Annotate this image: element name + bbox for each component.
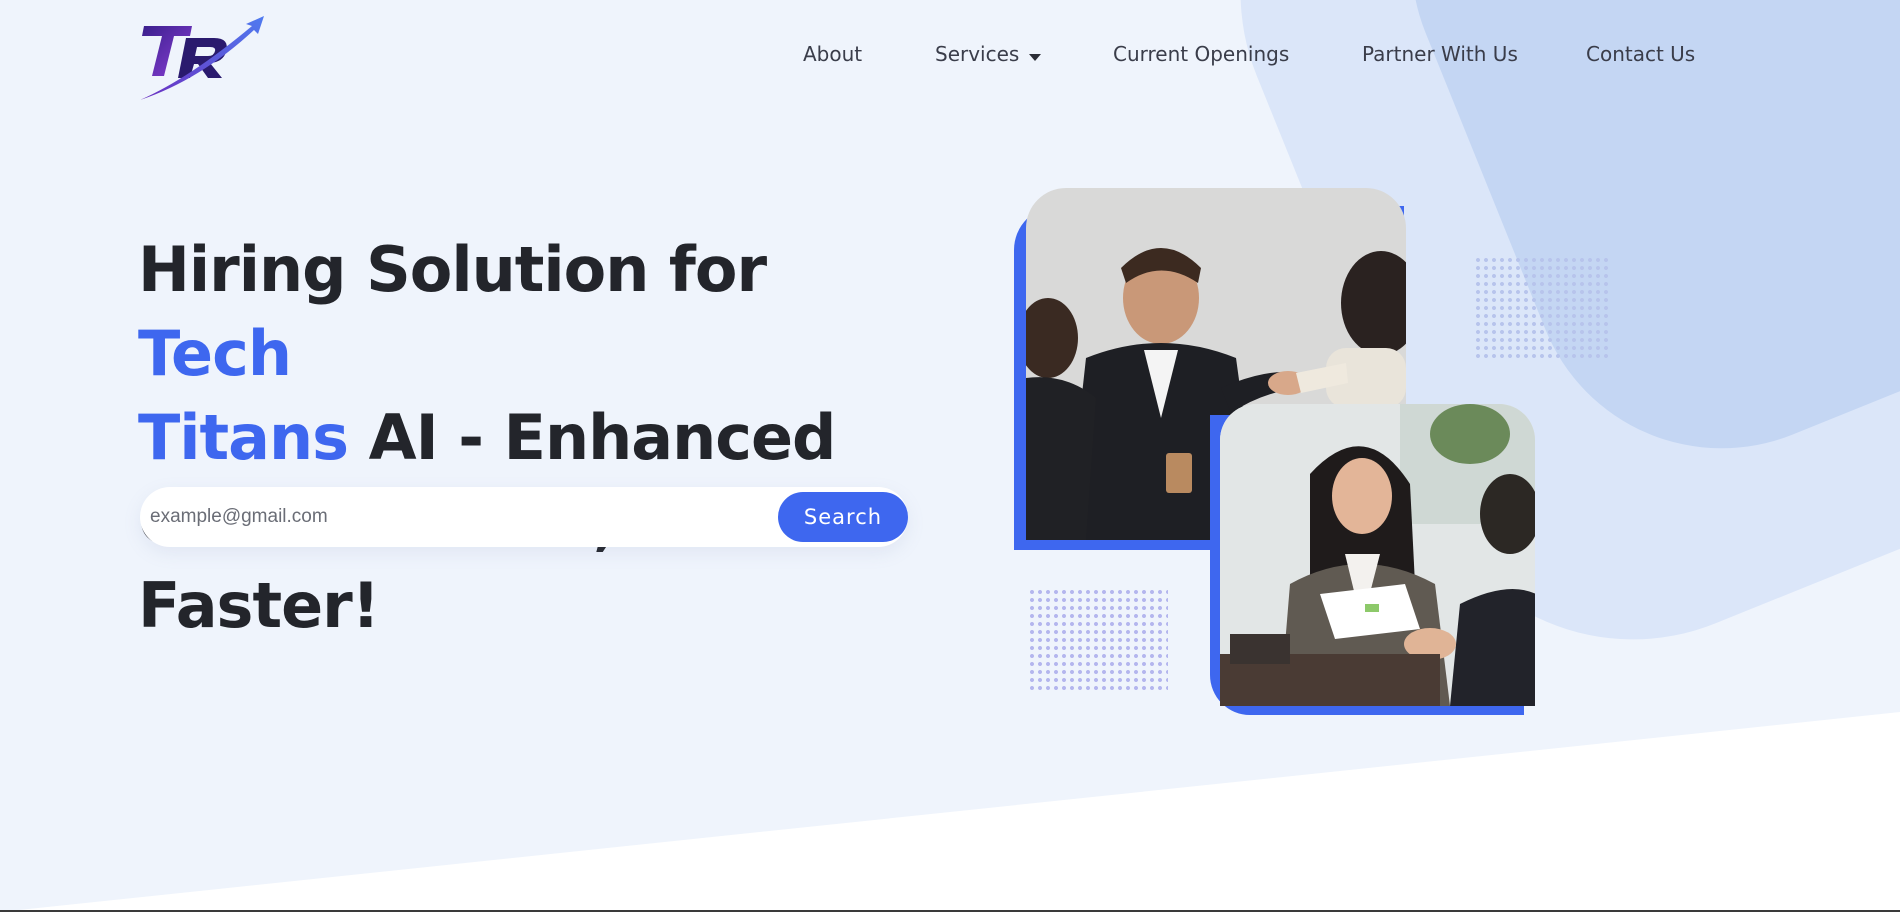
hero-heading-part2: AI - Enhanced [348,401,837,474]
email-search-bar: Search [140,487,908,547]
chevron-down-icon[interactable] [1029,54,1041,61]
hero-heading: Hiring Solution for Tech Titans AI - Enh… [138,228,938,648]
nav-services[interactable]: Services [935,42,1019,66]
nav-partner-with-us[interactable]: Partner With Us [1362,42,1518,66]
interview-photo [1220,404,1535,706]
nav-current-openings[interactable]: Current Openings [1113,42,1289,66]
dot-pattern-decoration [1474,256,1612,360]
hero-heading-accent-titans: Titans [138,401,349,474]
hero-heading-accent-tech: Tech [138,317,292,390]
search-button[interactable]: Search [778,492,908,542]
nav-about[interactable]: About [803,42,862,66]
nav-contact-us[interactable]: Contact Us [1586,42,1695,66]
main-nav: About Services Current Openings Partner … [0,42,1900,72]
dot-pattern-decoration [1028,588,1168,692]
hero-heading-part1: Hiring Solution for [138,233,767,306]
email-input[interactable] [148,495,758,539]
